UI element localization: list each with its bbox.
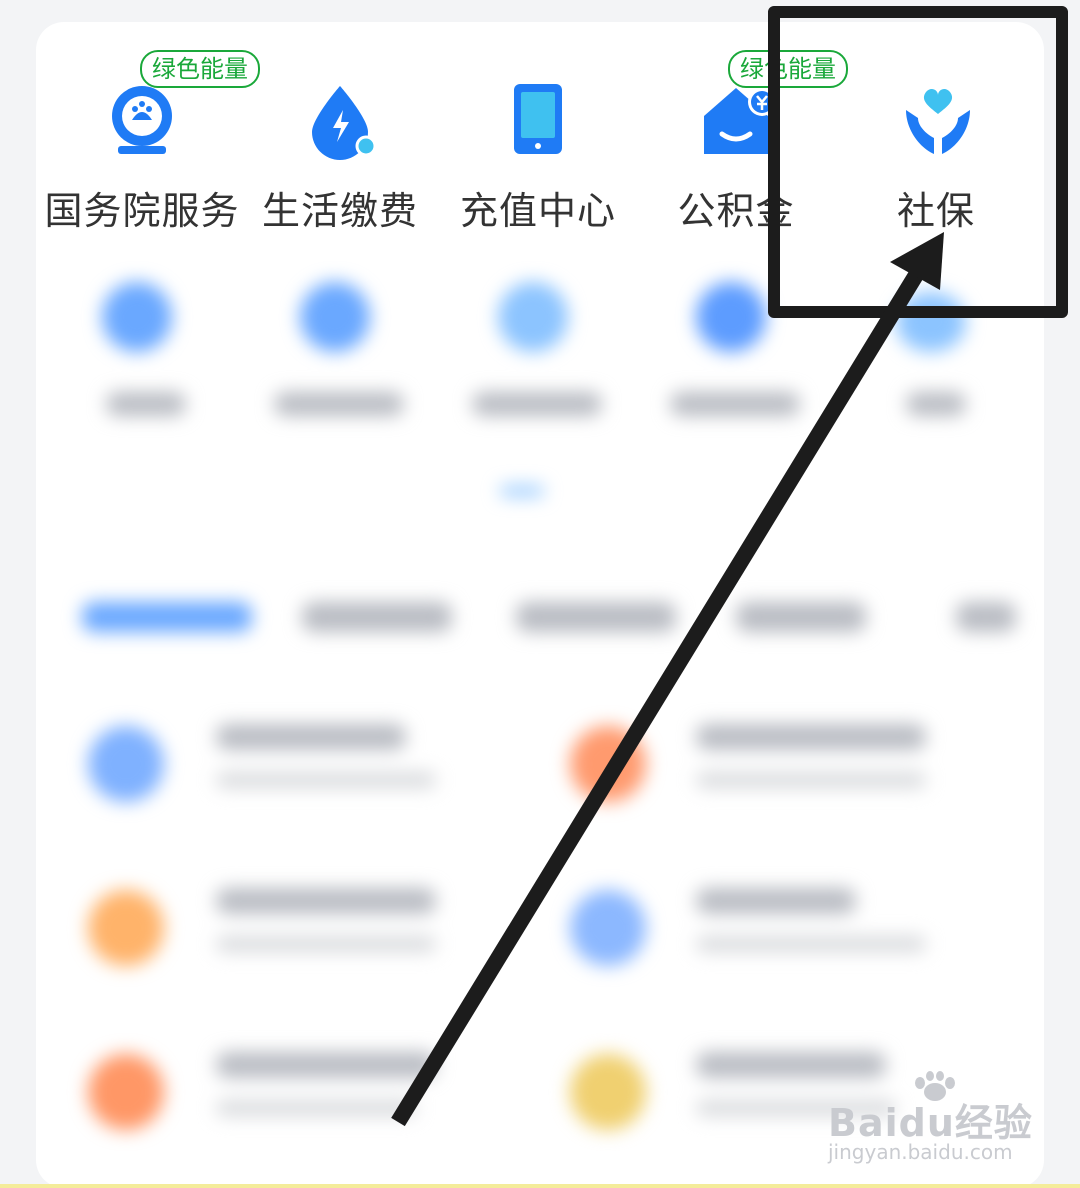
blurred-icon — [88, 890, 164, 966]
blurred-text — [670, 392, 800, 416]
housing-fund-icon — [704, 88, 776, 154]
service-utility-payment[interactable]: 生活缴费 — [240, 22, 440, 262]
bottom-edge — [0, 1184, 1080, 1188]
blurred-icon — [498, 282, 568, 352]
blurred-tab-active — [82, 602, 252, 632]
blurred-text — [696, 936, 926, 952]
blurred-tab — [516, 602, 676, 632]
blurred-icon — [570, 890, 646, 966]
blurred-content-area — [36, 262, 1044, 1188]
blurred-text — [216, 888, 436, 914]
blurred-icon — [88, 1054, 164, 1130]
blurred-icon — [570, 1054, 646, 1130]
service-recharge-center[interactable]: 充值中心 — [438, 22, 638, 262]
blurred-indicator — [500, 486, 544, 496]
watermark-brand: Baidu经验 — [828, 1101, 1033, 1145]
blurred-icon — [102, 282, 172, 352]
blurred-text — [106, 392, 186, 416]
blurred-text — [216, 1052, 436, 1078]
blurred-icon — [570, 726, 646, 802]
blurred-icon — [88, 726, 164, 802]
service-state-council[interactable]: 绿色能量 国务院服务 — [42, 22, 260, 262]
blurred-text — [216, 772, 436, 788]
blurred-icon — [300, 282, 370, 352]
baidu-watermark: Baidu经验 jingyan.baidu.com — [828, 1070, 1048, 1170]
blurred-text — [274, 392, 404, 416]
blurred-text — [216, 1100, 416, 1116]
blurred-tab — [956, 602, 1016, 632]
blurred-text — [472, 392, 602, 416]
blurred-text — [216, 936, 436, 952]
phone-recharge-icon — [514, 84, 562, 154]
blurred-text — [906, 392, 966, 416]
watermark-url: jingyan.baidu.com — [828, 1140, 1013, 1164]
state-council-icon — [112, 86, 172, 154]
blurred-tab — [302, 602, 452, 632]
utility-payment-icon — [312, 86, 377, 160]
blurred-tab — [736, 602, 866, 632]
blurred-text — [696, 888, 856, 914]
highlight-box — [768, 6, 1068, 318]
blurred-text — [696, 772, 926, 788]
blurred-icon — [696, 282, 766, 352]
blurred-text — [696, 724, 926, 750]
blurred-text — [216, 724, 406, 750]
